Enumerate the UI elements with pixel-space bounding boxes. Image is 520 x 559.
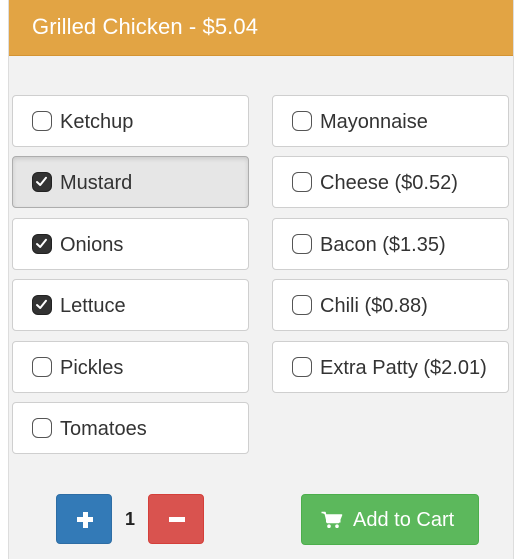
option-label: Extra Patty ($2.01) <box>320 357 487 379</box>
decrease-quantity-button[interactable] <box>148 494 204 544</box>
add-to-cart-button[interactable]: Add to Cart <box>301 494 479 545</box>
option-label: Mustard <box>60 172 133 194</box>
checkbox-checked-icon[interactable] <box>32 172 52 192</box>
option-extra-patty[interactable]: Extra Patty ($2.01) <box>272 341 509 393</box>
option-label: Ketchup <box>60 111 134 133</box>
checkbox-icon[interactable] <box>292 111 312 131</box>
option-tomatoes[interactable]: Tomatoes <box>12 402 249 454</box>
quantity-value: 1 <box>124 509 135 529</box>
checkbox-icon[interactable] <box>292 357 312 377</box>
option-label: Mayonnaise <box>320 111 428 133</box>
option-ketchup[interactable]: Ketchup <box>12 95 249 147</box>
checkbox-icon[interactable] <box>292 295 312 315</box>
item-title: Grilled Chicken - $5.04 <box>32 14 259 39</box>
option-mustard[interactable]: Mustard <box>12 156 249 208</box>
option-cheese[interactable]: Cheese ($0.52) <box>272 156 509 208</box>
item-panel: Grilled Chicken - $5.04 Ketchup Mustard … <box>8 0 514 559</box>
checkbox-checked-icon[interactable] <box>32 295 52 315</box>
checkbox-icon[interactable] <box>292 234 312 254</box>
add-to-cart-label: Add to Cart <box>353 509 455 531</box>
option-label: Lettuce <box>60 295 126 317</box>
option-bacon[interactable]: Bacon ($1.35) <box>272 218 509 270</box>
option-mayonnaise[interactable]: Mayonnaise <box>272 95 509 147</box>
checkbox-icon[interactable] <box>292 172 312 192</box>
shopping-cart-icon <box>321 511 343 528</box>
option-label: Bacon ($1.35) <box>320 234 446 256</box>
option-label: Pickles <box>60 357 124 379</box>
option-pickles[interactable]: Pickles <box>12 341 249 393</box>
checkbox-icon[interactable] <box>32 357 52 377</box>
increase-quantity-button[interactable] <box>56 494 112 544</box>
option-lettuce[interactable]: Lettuce <box>12 279 249 331</box>
checkbox-checked-icon[interactable] <box>32 234 52 254</box>
item-header: Grilled Chicken - $5.04 <box>9 0 513 56</box>
option-label: Chili ($0.88) <box>320 295 428 317</box>
option-label: Onions <box>60 234 124 256</box>
option-onions[interactable]: Onions <box>12 218 249 270</box>
option-chili[interactable]: Chili ($0.88) <box>272 279 509 331</box>
option-label: Tomatoes <box>60 418 147 440</box>
checkbox-icon[interactable] <box>32 111 52 131</box>
checkbox-icon[interactable] <box>32 418 52 438</box>
option-label: Cheese ($0.52) <box>320 172 458 194</box>
